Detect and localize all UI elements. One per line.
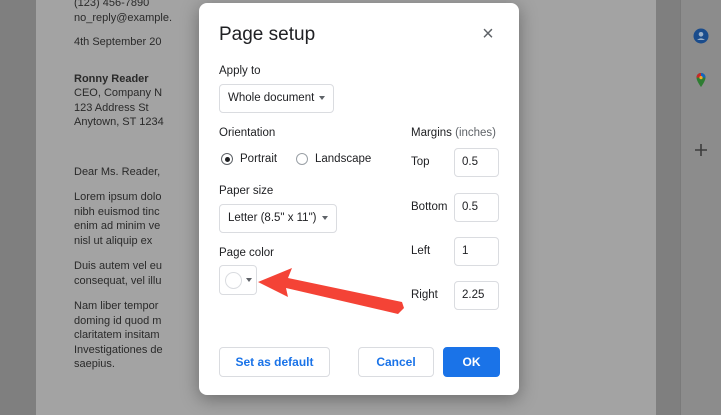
portrait-radio[interactable]: Portrait bbox=[221, 153, 277, 165]
close-button[interactable]: × bbox=[477, 23, 499, 45]
margins-label: Margins (inches) bbox=[411, 127, 496, 139]
side-panel-rail bbox=[680, 0, 721, 415]
orientation-label: Orientation bbox=[219, 127, 276, 139]
close-icon: × bbox=[482, 23, 494, 45]
apply-to-value: Whole document bbox=[228, 92, 315, 104]
paper-size-label: Paper size bbox=[219, 185, 274, 197]
portrait-label: Portrait bbox=[240, 153, 278, 165]
chevron-down-icon bbox=[246, 278, 252, 282]
contacts-icon[interactable] bbox=[693, 28, 709, 44]
margins-title: Margins bbox=[411, 127, 452, 139]
landscape-label: Landscape bbox=[315, 153, 372, 165]
cancel-button[interactable]: Cancel bbox=[358, 347, 434, 377]
apply-to-dropdown[interactable]: Whole document bbox=[219, 84, 335, 113]
chevron-down-icon bbox=[321, 215, 328, 220]
page-color-picker[interactable] bbox=[219, 265, 257, 295]
landscape-radio[interactable]: Landscape bbox=[296, 153, 371, 165]
apply-to-label: Apply to bbox=[219, 65, 261, 77]
ok-button[interactable]: OK bbox=[443, 347, 500, 377]
margin-top-label: Top bbox=[411, 156, 430, 168]
add-icon[interactable] bbox=[693, 142, 709, 158]
maps-icon[interactable] bbox=[693, 72, 709, 88]
margin-right-label: Right bbox=[411, 289, 438, 301]
margin-bottom-label: Bottom bbox=[411, 201, 448, 213]
margin-right-input[interactable]: 2.25 bbox=[454, 281, 499, 310]
margin-left-label: Left bbox=[411, 245, 431, 257]
radio-checked-icon bbox=[221, 153, 233, 165]
margin-bottom-input[interactable]: 0.5 bbox=[454, 193, 499, 222]
margin-top-input[interactable]: 0.5 bbox=[454, 148, 499, 177]
dialog-title: Page setup bbox=[219, 24, 316, 45]
paper-size-dropdown[interactable]: Letter (8.5" x 11") bbox=[219, 204, 337, 233]
set-as-default-button[interactable]: Set as default bbox=[219, 347, 330, 377]
margin-left-input[interactable]: 1 bbox=[454, 237, 499, 266]
radio-unchecked-icon bbox=[296, 153, 308, 165]
color-swatch bbox=[225, 272, 242, 289]
paper-size-value: Letter (8.5" x 11") bbox=[228, 212, 317, 224]
chevron-down-icon bbox=[319, 95, 326, 100]
margins-unit: (inches) bbox=[455, 127, 497, 139]
page-setup-dialog: Page setup × Apply to Whole document Ori… bbox=[199, 3, 519, 395]
page-color-label: Page color bbox=[219, 247, 274, 259]
